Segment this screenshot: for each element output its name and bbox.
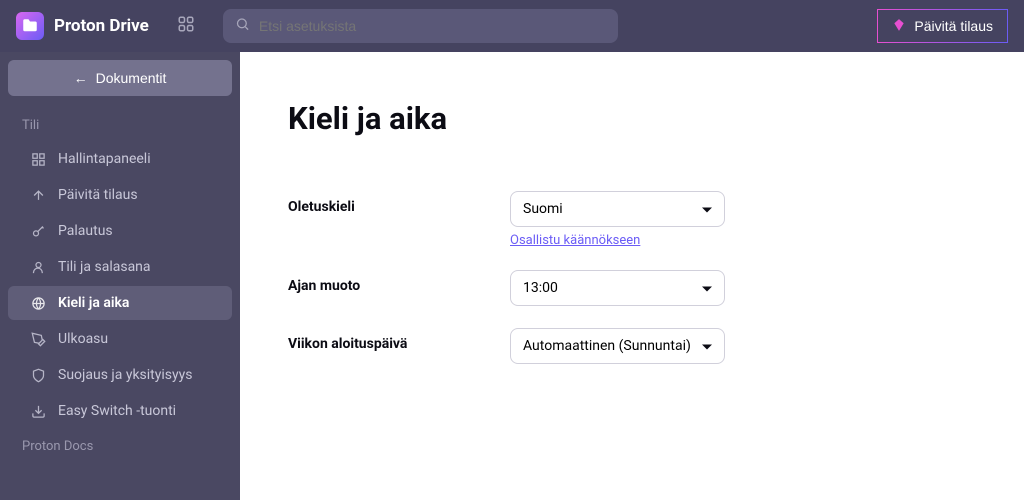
apps-icon[interactable] bbox=[177, 15, 195, 37]
search-input[interactable] bbox=[223, 9, 618, 43]
language-value: Suomi bbox=[523, 201, 563, 217]
sidebar-item-appearance[interactable]: Ulkoasu bbox=[8, 322, 232, 356]
arrow-up-icon bbox=[30, 187, 46, 203]
sidebar-item-label: Easy Switch -tuonti bbox=[58, 403, 176, 419]
time-value: 13:00 bbox=[523, 280, 558, 296]
upgrade-label: Päivitä tilaus bbox=[914, 18, 993, 34]
topbar: Proton Drive Päivitä tilaus bbox=[0, 0, 1024, 52]
brush-icon bbox=[30, 331, 46, 347]
language-select[interactable]: Suomi bbox=[510, 191, 725, 227]
brand[interactable]: Proton Drive bbox=[16, 12, 149, 40]
sidebar-item-label: Suojaus ja yksityisyys bbox=[58, 367, 193, 383]
sidebar: ← Dokumentit Tili Hallintapaneeli Päivit… bbox=[0, 52, 240, 500]
diamond-icon bbox=[892, 18, 906, 35]
download-icon bbox=[30, 403, 46, 419]
search-icon bbox=[235, 17, 250, 36]
translation-link[interactable]: Osallistu käännökseen bbox=[510, 233, 640, 248]
time-format-select[interactable]: 13:00 bbox=[510, 270, 725, 306]
grid-icon bbox=[30, 151, 46, 167]
sidebar-item-dashboard[interactable]: Hallintapaneeli bbox=[8, 142, 232, 176]
sidebar-item-label: Päivitä tilaus bbox=[58, 187, 138, 203]
sidebar-item-language-time[interactable]: Kieli ja aika bbox=[8, 286, 232, 320]
field-label-language: Oletuskieli bbox=[288, 191, 510, 215]
sidebar-section-docs: Proton Docs bbox=[0, 429, 240, 462]
key-icon bbox=[30, 223, 46, 239]
content: Kieli ja aika Oletuskieli Suomi Osallist… bbox=[240, 52, 1024, 500]
sidebar-item-label: Palautus bbox=[58, 223, 113, 239]
back-label: Dokumentit bbox=[96, 70, 167, 86]
back-button[interactable]: ← Dokumentit bbox=[8, 60, 232, 96]
user-icon bbox=[30, 259, 46, 275]
field-label-week: Viikon aloituspäivä bbox=[288, 328, 510, 352]
sidebar-item-recovery[interactable]: Palautus bbox=[8, 214, 232, 248]
field-time-format: Ajan muoto 13:00 bbox=[288, 270, 984, 306]
sidebar-item-label: Kieli ja aika bbox=[58, 295, 129, 311]
search-box bbox=[223, 9, 618, 43]
shield-icon bbox=[30, 367, 46, 383]
week-start-select[interactable]: Automaattinen (Sunnuntai) bbox=[510, 328, 725, 364]
sidebar-item-account-password[interactable]: Tili ja salasana bbox=[8, 250, 232, 284]
week-value: Automaattinen (Sunnuntai) bbox=[523, 338, 691, 354]
field-week-start: Viikon aloituspäivä Automaattinen (Sunnu… bbox=[288, 328, 984, 364]
field-language: Oletuskieli Suomi Osallistu käännökseen bbox=[288, 191, 984, 248]
language-icon bbox=[30, 295, 46, 311]
field-label-time: Ajan muoto bbox=[288, 270, 510, 294]
sidebar-section-account: Tili bbox=[0, 108, 240, 141]
page-title: Kieli ja aika bbox=[288, 100, 984, 137]
sidebar-item-upgrade[interactable]: Päivitä tilaus bbox=[8, 178, 232, 212]
sidebar-item-label: Ulkoasu bbox=[58, 331, 108, 347]
brand-text: Proton Drive bbox=[54, 16, 149, 36]
brand-icon bbox=[16, 12, 44, 40]
sidebar-item-label: Tili ja salasana bbox=[58, 259, 151, 275]
sidebar-item-easy-switch[interactable]: Easy Switch -tuonti bbox=[8, 394, 232, 428]
arrow-left-icon: ← bbox=[74, 70, 88, 86]
upgrade-button[interactable]: Päivitä tilaus bbox=[877, 9, 1008, 43]
sidebar-item-label: Hallintapaneeli bbox=[58, 151, 151, 167]
sidebar-item-security-privacy[interactable]: Suojaus ja yksityisyys bbox=[8, 358, 232, 392]
